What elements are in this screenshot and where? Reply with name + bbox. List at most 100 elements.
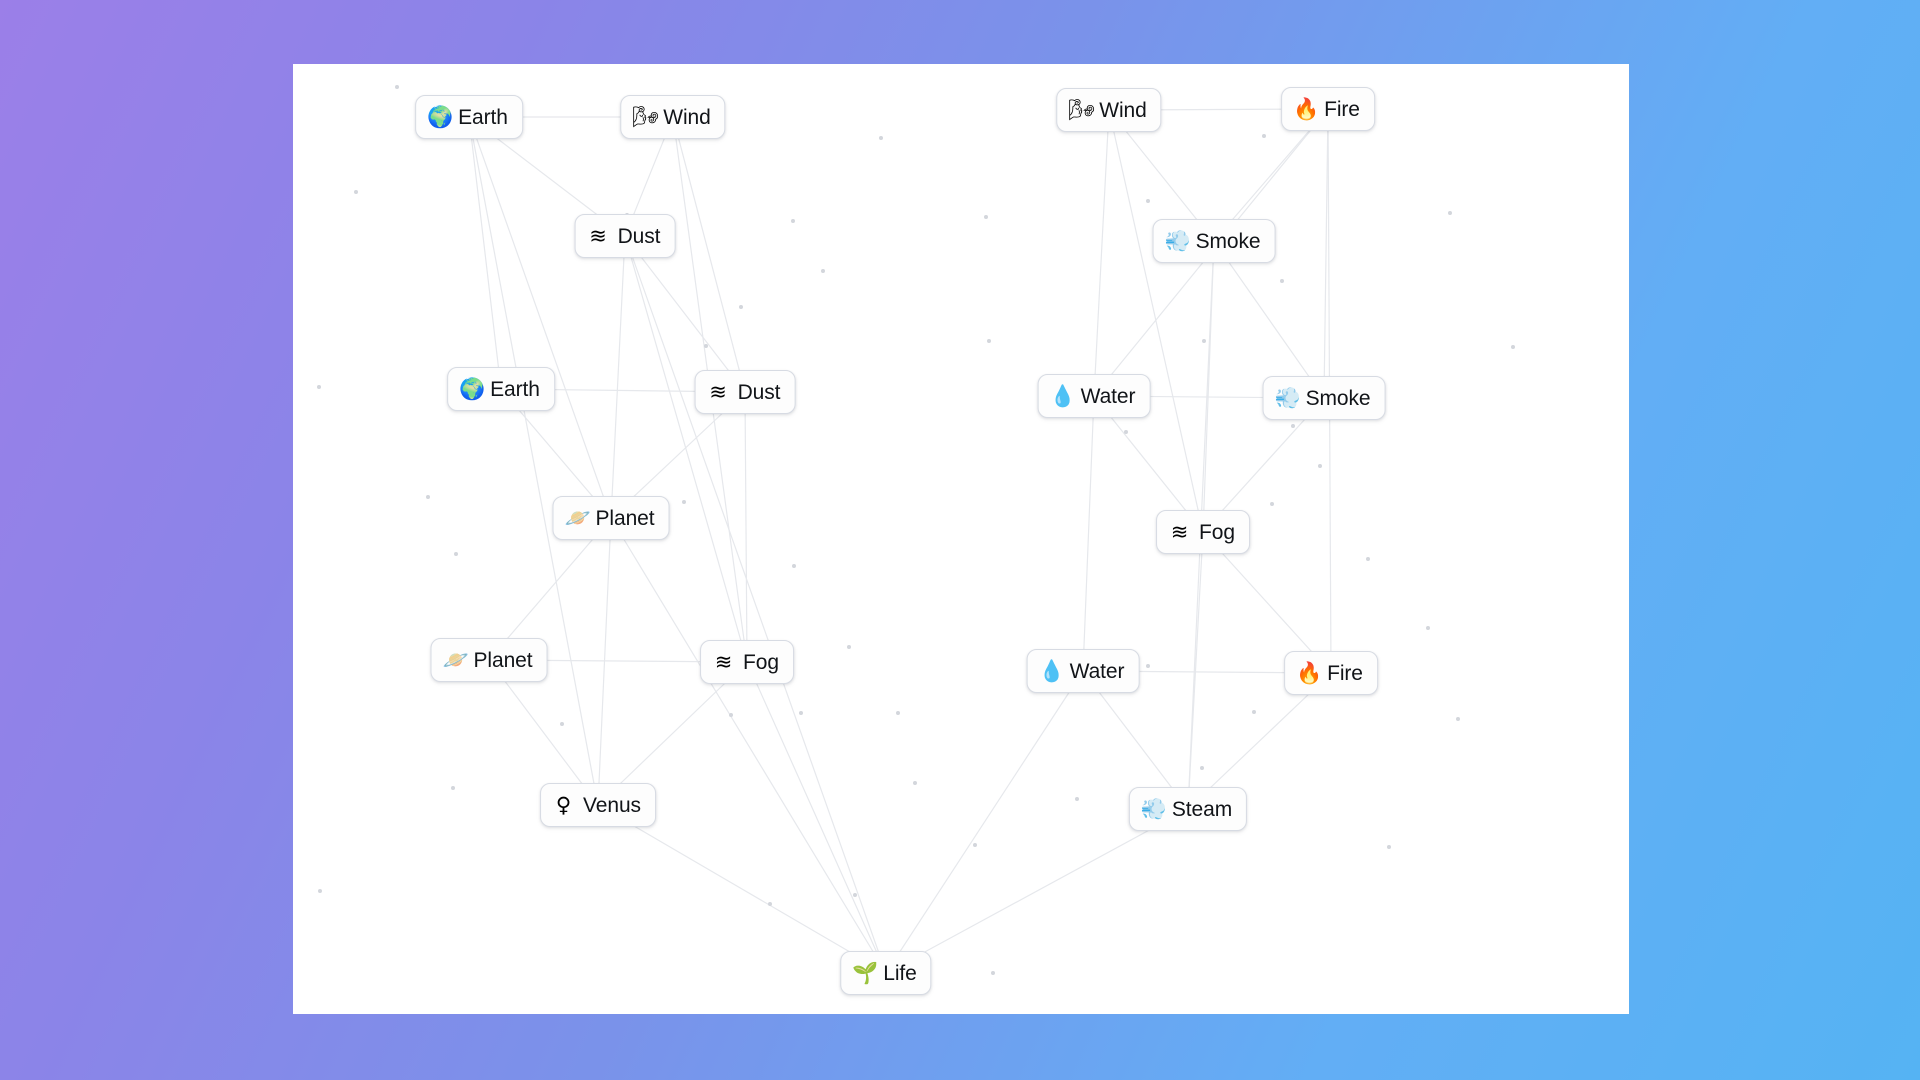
background-dot [913,781,917,785]
background-dot [729,713,733,717]
wave-lines-icon: ≋ [589,223,607,248]
ringed-planet-icon: 🪐 [442,647,469,672]
element-node-planet[interactable]: 🪐 Planet [552,496,670,540]
background-dot [1270,502,1274,506]
background-dot [791,219,795,223]
element-node-label: Venus [583,793,641,817]
element-node-water[interactable]: 💧 Water [1026,649,1140,693]
background-dot [739,305,743,309]
element-node-label: Planet [473,648,533,672]
background-dots [293,64,1629,1014]
earth-globe-icon: 🌍 [459,376,486,401]
background-dot [682,500,686,504]
element-node-label: Wind [663,105,711,129]
background-dot [973,843,977,847]
element-node-fire[interactable]: 🔥 Fire [1281,87,1375,131]
background-dot [821,269,825,273]
water-drop-icon: 💧 [1038,658,1065,683]
background-dot [1387,845,1391,849]
background-dot [317,385,321,389]
wind-face-icon: 🌬 [1068,97,1095,122]
element-node-fog[interactable]: ≋ Fog [1156,510,1250,554]
element-node-life[interactable]: 🌱 Life [840,951,932,995]
element-node-dust[interactable]: ≋ Dust [574,214,676,258]
background-dot [1146,199,1150,203]
element-node-wind[interactable]: 🌬 Wind [620,95,726,139]
background-dot [395,85,399,89]
background-dot [1280,279,1284,283]
background-dot [984,215,988,219]
element-node-wind[interactable]: 🌬 Wind [1056,88,1162,132]
background-dot [847,645,851,649]
background-dot [792,564,796,568]
background-dot [1124,430,1128,434]
dash-puff-icon: 💨 [1140,796,1168,821]
dash-puff-icon: 💨 [1164,228,1191,253]
element-node-smoke[interactable]: 💨 Smoke [1262,376,1386,420]
crafting-canvas[interactable]: 🌍 Earth 🌬 Wind 🌬 Wind 🔥 Fire ≋ Dust 💨 Smoke 🌍 Earth ≋ D… [293,64,1629,1014]
wave-lines-icon: ≋ [1170,519,1189,544]
infinite-craft-app: 🌍 Earth 🌬 Wind 🌬 Wind 🔥 Fire ≋ Dust 💨 Smoke 🌍 Earth ≋ D… [0,0,1920,1080]
element-node-label: Planet [595,506,655,530]
background-dot [1318,464,1322,468]
element-node-label: Water [1069,659,1125,683]
element-node-fire[interactable]: 🔥 Fire [1284,651,1378,695]
background-dot [318,889,322,893]
ringed-planet-icon: 🪐 [564,505,591,530]
background-dot [1448,211,1452,215]
background-dot [1426,626,1430,630]
water-drop-icon: 💧 [1049,383,1076,408]
element-node-label: Dust [617,224,661,248]
element-node-planet[interactable]: 🪐 Planet [430,638,548,682]
background-dot [896,711,900,715]
element-node-label: Earth [490,377,540,401]
element-node-label: Wind [1099,98,1147,122]
element-node-label: Smoke [1305,386,1371,410]
element-node-label: Water [1080,384,1136,408]
element-node-label: Life [883,961,917,985]
background-dot [1075,797,1079,801]
background-dot [853,893,857,897]
background-dot [354,190,358,194]
element-node-earth[interactable]: 🌍 Earth [415,95,523,139]
element-node-label: Fire [1327,661,1363,685]
background-dot [704,344,708,348]
fire-icon: 🔥 [1293,96,1320,121]
element-node-label: Smoke [1195,229,1261,253]
background-dot [560,722,564,726]
background-dot [768,902,772,906]
element-node-water[interactable]: 💧 Water [1037,374,1151,418]
background-dot [1202,339,1206,343]
element-node-steam[interactable]: 💨 Steam [1128,787,1248,831]
earth-globe-icon: 🌍 [427,104,454,129]
element-node-label: Fog [1199,520,1235,544]
background-dot [1200,766,1204,770]
background-dot [1252,710,1256,714]
element-node-dust[interactable]: ≋ Dust [694,370,796,414]
dash-puff-icon: 💨 [1274,385,1301,410]
element-node-label: Fog [743,650,779,674]
background-dot [799,711,803,715]
background-dot [426,495,430,499]
wind-face-icon: 🌬 [632,104,659,129]
element-node-label: Fire [1324,97,1360,121]
background-dot [1291,424,1295,428]
wave-lines-icon: ≋ [709,379,727,404]
background-dot [1456,717,1460,721]
fire-icon: 🔥 [1296,660,1323,685]
element-node-label: Earth [458,105,508,129]
element-node-earth[interactable]: 🌍 Earth [447,367,555,411]
background-dot [1262,134,1266,138]
background-dot [451,786,455,790]
background-dot [991,971,995,975]
element-node-fog[interactable]: ≋ Fog [700,640,794,684]
background-dot [454,552,458,556]
venus-symbol-icon: ♀ [555,792,572,817]
background-dot [879,136,883,140]
background-dot [1366,557,1370,561]
element-node-venus[interactable]: ♀ Venus [540,783,656,827]
element-node-smoke[interactable]: 💨 Smoke [1152,219,1276,263]
element-node-label: Steam [1171,797,1233,821]
background-dot [1511,345,1515,349]
wave-lines-icon: ≋ [714,649,733,674]
